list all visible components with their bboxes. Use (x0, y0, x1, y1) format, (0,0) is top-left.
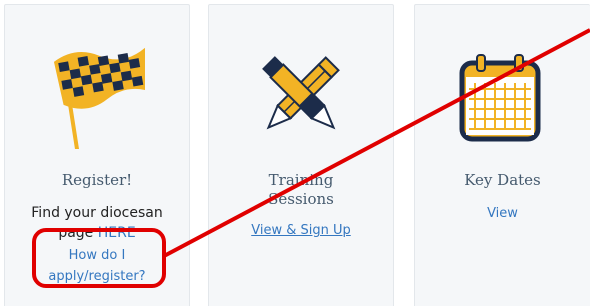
how-to-apply-link-line2[interactable]: apply/register? (5, 266, 189, 287)
register-page-text: page (58, 225, 94, 241)
how-to-apply-link-line1[interactable]: How do I (5, 245, 189, 266)
key-dates-card: Key Dates View (414, 4, 590, 306)
crossed-pencils-icon (262, 56, 340, 130)
view-sign-up-link[interactable]: View & Sign Up (209, 220, 393, 241)
training-title-line2: Sessions (268, 190, 334, 208)
training-sessions-card: Training Sessions View & Sign Up (208, 4, 394, 306)
training-title-line1: Training (268, 171, 334, 189)
register-title: Register! (61, 171, 133, 189)
key-dates-title: Key Dates (464, 171, 541, 189)
diocesan-page-here-link[interactable]: HERE (98, 225, 136, 241)
key-dates-view-link[interactable]: View (415, 203, 590, 224)
calendar-icon (459, 54, 541, 142)
register-card: Register! Find your diocesan page HERE H… (4, 4, 190, 306)
register-description-line2: page HERE (5, 223, 189, 244)
checkered-flag-icon (53, 47, 145, 149)
register-description: Find your diocesan (31, 205, 163, 221)
